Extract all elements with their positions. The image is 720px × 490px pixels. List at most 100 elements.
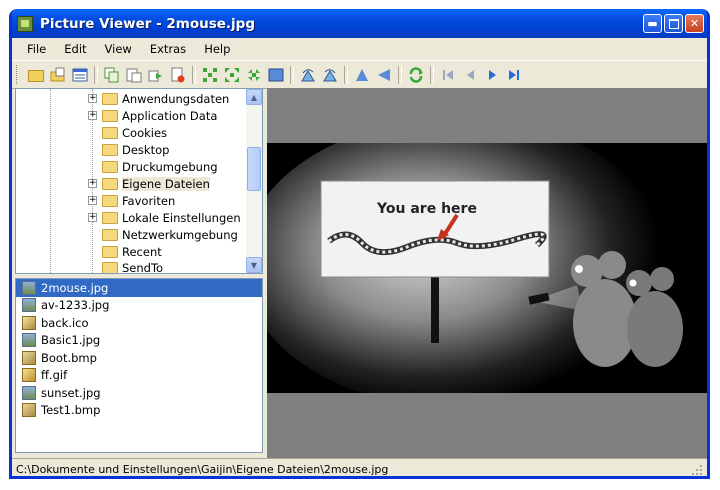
resize-grip-icon[interactable] — [691, 464, 703, 476]
expand-icon[interactable]: + — [88, 179, 97, 188]
tree-item-label: Eigene Dateien — [122, 176, 210, 191]
next-image-icon[interactable] — [484, 67, 500, 83]
close-button[interactable]: ✕ — [685, 14, 704, 33]
menu-view[interactable]: View — [96, 42, 141, 56]
folder-icon — [102, 245, 118, 258]
file-item[interactable]: ff.gif — [16, 367, 262, 385]
paste-icon[interactable] — [126, 67, 142, 83]
file-name: sunset.jpg — [41, 385, 101, 400]
zoom-fit-icon[interactable] — [202, 67, 218, 83]
file-list[interactable]: 2mouse.jpg av-1233.jpg back.ico Basic1.j… — [15, 278, 263, 453]
expand-icon[interactable]: + — [88, 111, 97, 120]
expand-icon[interactable]: + — [88, 196, 97, 205]
last-image-icon[interactable] — [506, 67, 522, 83]
file-name: back.ico — [41, 315, 89, 330]
first-image-icon[interactable] — [440, 67, 456, 83]
folder-icon — [102, 109, 118, 122]
tree-item[interactable]: + Anwendungsdaten — [88, 90, 229, 107]
folder-icon — [102, 92, 118, 105]
tree-item-selected[interactable]: + Eigene Dateien — [88, 175, 210, 192]
tree-item[interactable]: Desktop — [88, 141, 169, 158]
chevron-down-icon: ▼ — [250, 260, 258, 270]
rotate-left-icon[interactable] — [300, 67, 316, 83]
flip-vertical-icon[interactable] — [354, 67, 370, 83]
tree-item-label: Desktop — [122, 142, 170, 157]
file-item[interactable]: sunset.jpg — [16, 384, 262, 402]
copy-icon[interactable] — [104, 67, 120, 83]
menu-edit[interactable]: Edit — [55, 42, 95, 56]
zoom-in-icon[interactable] — [224, 67, 240, 83]
ico-file-icon — [22, 315, 36, 330]
scroll-down-button[interactable]: ▼ — [246, 257, 262, 273]
tree-item[interactable]: Cookies — [88, 124, 167, 141]
flip-horizontal-icon[interactable] — [376, 67, 392, 83]
rotate-right-icon[interactable] — [322, 67, 338, 83]
toolbar-separator — [290, 65, 294, 84]
tree-item[interactable]: + Application Data — [88, 107, 217, 124]
file-name: av-1233.jpg — [41, 298, 110, 313]
tree-item[interactable]: Recent — [88, 243, 162, 260]
menu-bar: File Edit View Extras Help — [12, 38, 707, 60]
gif-file-icon — [22, 368, 36, 383]
maximize-icon — [668, 18, 679, 29]
scroll-thumb[interactable] — [247, 147, 261, 191]
toolbar-grip[interactable] — [16, 65, 20, 84]
file-item[interactable]: Boot.bmp — [16, 349, 262, 367]
window-title: Picture Viewer - 2mouse.jpg — [40, 15, 256, 32]
folder-tree[interactable]: + Anwendungsdaten + Application Data Cooki… — [15, 88, 263, 274]
main-content: + Anwendungsdaten + Application Data Cooki… — [12, 88, 707, 458]
menu-help[interactable]: Help — [195, 42, 239, 56]
toolbar-separator — [192, 65, 196, 84]
file-name: Test1.bmp — [41, 403, 101, 418]
jpg-file-icon — [22, 280, 36, 295]
delete-icon[interactable] — [170, 67, 186, 83]
folder-icon — [102, 194, 118, 207]
jpg-file-icon — [22, 385, 36, 400]
tree-item[interactable]: + Lokale Einstellungen — [88, 209, 241, 226]
file-item-selected[interactable]: 2mouse.jpg — [16, 279, 262, 297]
tree-item[interactable]: Druckumgebung — [88, 158, 218, 175]
expand-icon[interactable]: + — [88, 213, 97, 222]
jpg-file-icon — [22, 298, 36, 313]
open-folder-icon[interactable] — [28, 69, 44, 82]
folder-icon — [102, 211, 118, 224]
tree-scrollbar[interactable]: ▲ ▼ — [246, 89, 262, 273]
maximize-button[interactable] — [664, 14, 683, 33]
tree-item[interactable]: Netzwerkumgebung — [88, 226, 238, 243]
expand-icon[interactable]: + — [88, 94, 97, 103]
folder-icon — [102, 228, 118, 241]
scroll-up-button[interactable]: ▲ — [246, 89, 262, 105]
fullscreen-icon[interactable] — [268, 67, 284, 83]
file-name: Basic1.jpg — [41, 333, 101, 348]
toolbar-separator — [430, 65, 434, 84]
status-bar: C:\Dokumente und Einstellungen\Gaijin\Ei… — [12, 458, 707, 476]
tree-item-label: Druckumgebung — [122, 159, 218, 174]
toolbar-separator — [398, 65, 402, 84]
tree-item[interactable]: + Favoriten — [88, 192, 175, 209]
file-item[interactable]: Basic1.jpg — [16, 332, 262, 350]
folder-icon — [102, 177, 118, 190]
details-view-icon[interactable] — [72, 67, 88, 83]
tree-item-label: Cookies — [122, 125, 168, 140]
file-item[interactable]: Test1.bmp — [16, 402, 262, 420]
previous-image-icon[interactable] — [462, 67, 478, 83]
file-item[interactable]: av-1233.jpg — [16, 297, 262, 315]
bmp-file-icon — [22, 403, 36, 418]
file-item[interactable]: back.ico — [16, 314, 262, 332]
minimize-button[interactable]: ▬ — [643, 14, 662, 33]
status-path: C:\Dokumente und Einstellungen\Gaijin\Ei… — [16, 462, 389, 476]
toolbar — [12, 60, 707, 89]
tree-item[interactable]: SendTo — [88, 259, 163, 273]
zoom-out-icon[interactable] — [246, 67, 262, 83]
open-file-icon[interactable] — [50, 67, 66, 83]
refresh-icon[interactable] — [408, 66, 424, 83]
folder-icon — [102, 261, 118, 273]
tree-item-label: Favoriten — [122, 193, 176, 208]
image-viewer[interactable]: You are here — [267, 88, 707, 458]
folder-icon — [102, 126, 118, 139]
toolbar-separator — [344, 65, 348, 84]
title-bar[interactable]: Picture Viewer - 2mouse.jpg ▬ ✕ — [12, 9, 707, 38]
menu-file[interactable]: File — [18, 42, 55, 56]
menu-extras[interactable]: Extras — [141, 42, 195, 56]
move-icon[interactable] — [148, 67, 164, 83]
